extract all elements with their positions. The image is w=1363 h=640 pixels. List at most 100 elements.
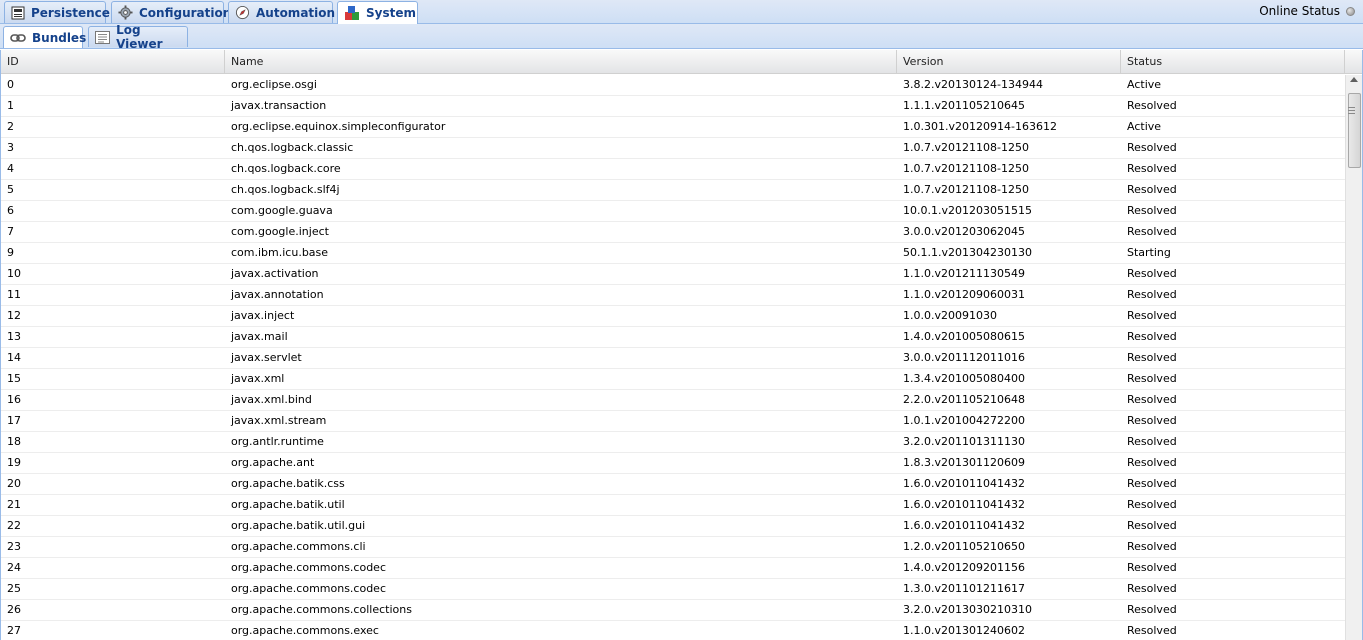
- cell-status: Resolved: [1127, 435, 1177, 448]
- cell-id: 9: [7, 246, 14, 259]
- cell-id: 12: [7, 309, 21, 322]
- cell-id: 0: [7, 78, 14, 91]
- table-row[interactable]: 17 javax.xml.stream 1.0.1.v201004272200 Res…: [1, 411, 1345, 432]
- cell-version: 1.4.0.v201209201156: [903, 561, 1025, 574]
- cell-status: Resolved: [1127, 204, 1177, 217]
- cell-id: 25: [7, 582, 21, 595]
- bundles-grid: ID Name Version Status 0 org.eclipse.osgi…: [0, 50, 1363, 640]
- cell-name: com.google.inject: [231, 225, 329, 238]
- table-row[interactable]: 13 javax.mail 1.4.0.v201005080615 Resolved: [1, 327, 1345, 348]
- vertical-scrollbar[interactable]: [1345, 75, 1362, 640]
- cell-status: Resolved: [1127, 540, 1177, 553]
- table-row[interactable]: 10 javax.activation 1.1.0.v201211130549 Res…: [1, 264, 1345, 285]
- cell-name: org.apache.commons.cli: [231, 540, 366, 553]
- cell-name: javax.activation: [231, 267, 319, 280]
- cell-name: org.apache.batik.util.gui: [231, 519, 366, 532]
- cell-version: 50.1.1.v201304230130: [903, 246, 1032, 259]
- tab-bundles-label: Bundles: [32, 30, 87, 45]
- cell-version: 1.6.0.v201011041432: [903, 519, 1025, 532]
- cell-name: javax.mail: [231, 330, 288, 343]
- cell-version: 1.0.1.v201004272200: [903, 414, 1025, 427]
- tab-system-label: System: [366, 6, 416, 20]
- cell-version: 3.2.0.v201303021031​0: [903, 603, 1032, 616]
- cell-name: javax.transaction: [231, 99, 327, 112]
- cell-status: Active: [1127, 120, 1162, 133]
- scrollbar-grip-icon: [1348, 107, 1355, 114]
- cell-id: 7: [7, 225, 14, 238]
- tab-automation[interactable]: Automation: [228, 1, 335, 23]
- table-row[interactable]: 18 org.antlr.runtime 3.2.0.v201101311130 Re…: [1, 432, 1345, 453]
- tab-log-viewer-label: Log Viewer: [116, 23, 163, 51]
- cell-status: Resolved: [1127, 141, 1177, 154]
- tab-persistence[interactable]: Persistence: [4, 1, 110, 23]
- online-status-label: Online Status: [1259, 4, 1340, 18]
- cell-version: 1.1.0.v201211130549: [903, 267, 1025, 280]
- cell-name: javax.annotation: [231, 288, 324, 301]
- cell-id: 1: [7, 99, 14, 112]
- scroll-up-arrow-icon[interactable]: [1350, 77, 1358, 82]
- log-icon: [95, 29, 111, 45]
- cell-name: javax.servlet: [231, 351, 302, 364]
- table-row[interactable]: 24 org.apache.commons.codec 1.4.0.v2012092…: [1, 558, 1345, 579]
- tab-system[interactable]: System: [337, 1, 418, 24]
- cell-status: Resolved: [1127, 372, 1177, 385]
- table-row[interactable]: 20 org.apache.batik.css 1.6.0.v20101104143…: [1, 474, 1345, 495]
- tab-bundles[interactable]: Bundles: [3, 26, 87, 48]
- cell-status: Active: [1127, 78, 1162, 91]
- cell-status: Resolved: [1127, 498, 1177, 511]
- table-row[interactable]: 5 ch.qos.logback.slf4j 1.0.7.v20121108-125…: [1, 180, 1345, 201]
- cell-id: 11: [7, 288, 21, 301]
- table-row[interactable]: 15 javax.xml 1.3.4.v201005080400 Resolved: [1, 369, 1345, 390]
- table-row[interactable]: 6 com.google.guava 10.0.1.v201203051515 Res…: [1, 201, 1345, 222]
- cell-id: 15: [7, 372, 21, 385]
- table-row[interactable]: 3 ch.qos.logback.classic 1.0.7.v20121108-1…: [1, 138, 1345, 159]
- cell-name: ch.qos.logback.core: [231, 162, 341, 175]
- column-header-status[interactable]: Status: [1121, 50, 1345, 74]
- column-header-id[interactable]: ID: [1, 50, 225, 74]
- table-row[interactable]: 2 org.eclipse.equinox.simpleconfigurator 1…: [1, 117, 1345, 138]
- table-row[interactable]: 21 org.apache.batik.util 1.6.0.v2010110414…: [1, 495, 1345, 516]
- cell-id: 2: [7, 120, 14, 133]
- link-icon: [10, 30, 26, 46]
- cell-status: Resolved: [1127, 267, 1177, 280]
- table-row[interactable]: 14 javax.servlet 3.0.0.v201112011016 Resolv…: [1, 348, 1345, 369]
- table-row[interactable]: 12 javax.inject 1.0.0.v20091030 Resolved: [1, 306, 1345, 327]
- cell-status: Resolved: [1127, 477, 1177, 490]
- table-row[interactable]: 7 com.google.inject 3.0.0.v201203062045 Res…: [1, 222, 1345, 243]
- cell-status: Resolved: [1127, 225, 1177, 238]
- table-row[interactable]: 23 org.apache.commons.cli 1.2.0.v201105210…: [1, 537, 1345, 558]
- table-row[interactable]: 27 org.apache.commons.exec 1.1.0.v20130124…: [1, 621, 1345, 640]
- table-row[interactable]: 19 org.apache.ant 1.8.3.v201301120609 Resol…: [1, 453, 1345, 474]
- table-row[interactable]: 1 javax.transaction 1.1.1.v201105210645 Res…: [1, 96, 1345, 117]
- cell-version: 10.0.1.v201203051515: [903, 204, 1032, 217]
- scrollbar-thumb[interactable]: [1348, 93, 1361, 168]
- cell-version: 1.1.0.v201209060031: [903, 288, 1025, 301]
- grid-header: ID Name Version Status: [1, 50, 1362, 74]
- cell-version: 1.0.301.v20120914-163612: [903, 120, 1057, 133]
- cell-name: org.apache.commons.codec: [231, 582, 386, 595]
- table-row[interactable]: 26 org.apache.commons.collections 3.2.0.v2…: [1, 600, 1345, 621]
- table-row[interactable]: 4 ch.qos.logback.core 1.0.7.v20121108-1250…: [1, 159, 1345, 180]
- cell-id: 19: [7, 456, 21, 469]
- cell-id: 10: [7, 267, 21, 280]
- cell-version: 1.1.1.v201105210645: [903, 99, 1025, 112]
- table-row[interactable]: 9 com.ibm.icu.base 50.1.1.v201304230130 Sta…: [1, 243, 1345, 264]
- cell-version: 1.6.0.v201011041432: [903, 498, 1025, 511]
- tab-configuration[interactable]: Configuration: [111, 1, 231, 23]
- cell-version: 1.1.0.v201301240602: [903, 624, 1025, 637]
- cell-status: Resolved: [1127, 393, 1177, 406]
- cell-status: Resolved: [1127, 519, 1177, 532]
- column-header-version[interactable]: Version: [897, 50, 1121, 74]
- tab-log-viewer[interactable]: Log Viewer: [88, 23, 188, 51]
- table-row[interactable]: 16 javax.xml.bind 2.2.0.v201105210648 Resol…: [1, 390, 1345, 411]
- column-header-name[interactable]: Name: [225, 50, 897, 74]
- table-row[interactable]: 25 org.apache.commons.codec 1.3.0.v2011012…: [1, 579, 1345, 600]
- compass-icon: [235, 5, 250, 21]
- table-row[interactable]: 22 org.apache.batik.util.gui 1.6.0.v201011…: [1, 516, 1345, 537]
- table-row[interactable]: 11 javax.annotation 1.1.0.v201209060031 Res…: [1, 285, 1345, 306]
- table-row[interactable]: 0 org.eclipse.osgi 3.8.2.v20130124-134944 A…: [1, 75, 1345, 96]
- cell-name: ch.qos.logback.slf4j: [231, 183, 340, 196]
- cell-version: 1.0.7.v20121108-1250: [903, 162, 1029, 175]
- cell-name: javax.xml.stream: [231, 414, 327, 427]
- cell-version: 2.2.0.v201105210648: [903, 393, 1025, 406]
